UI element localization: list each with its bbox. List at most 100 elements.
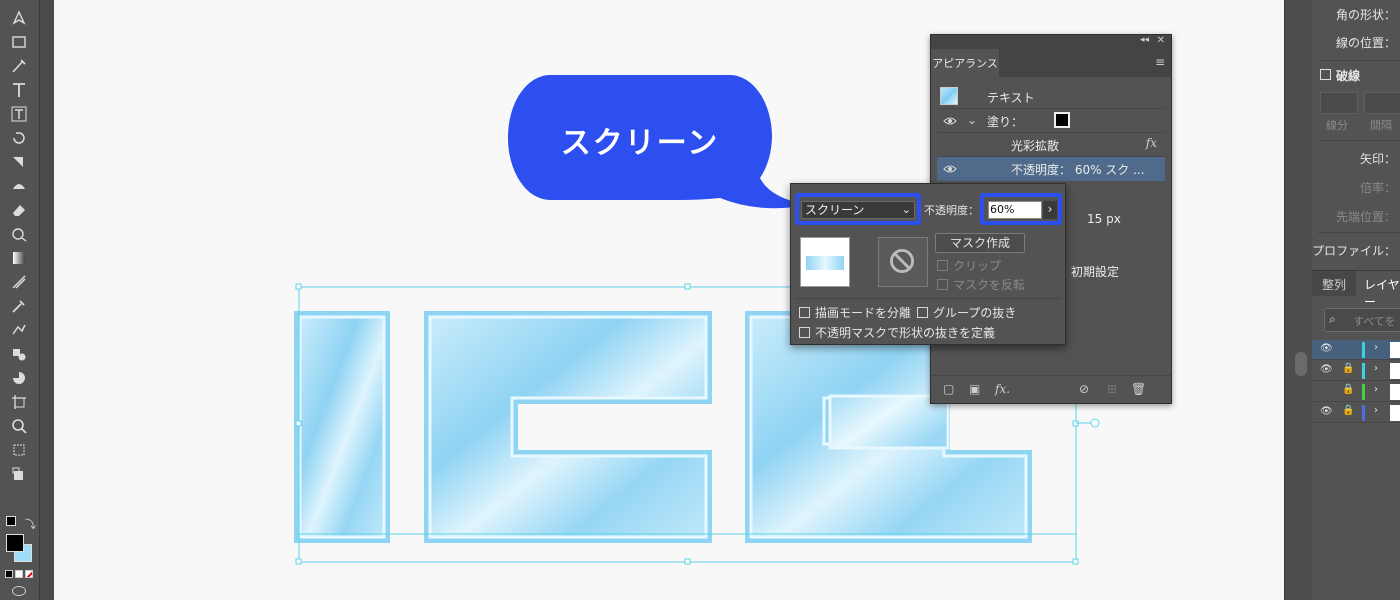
pie-graph-tool-icon[interactable] [8,368,30,388]
fill-color-swatch[interactable] [6,534,24,552]
fill-label: 塗り： [987,115,1024,129]
chevron-down-icon[interactable]: ⌄ [967,113,977,127]
scale-label: 倍率： [1359,181,1396,195]
lock-icon[interactable]: 🔒 [1342,384,1354,395]
arrowheads-label: 矢印： [1359,152,1396,166]
stroke-position-label: 線の位置： [1335,36,1396,50]
draw-mode-icon[interactable] [12,586,26,596]
chevron-right-icon[interactable]: › [1374,384,1378,395]
artboard-tool-icon[interactable] [8,392,30,412]
eye-icon[interactable]: 👁 [1320,364,1333,375]
rectangle-tool-icon[interactable] [8,32,30,52]
fx-icon[interactable]: fx [1146,136,1157,150]
knockout-group-label: グループの抜き [933,306,1017,320]
close-icon[interactable]: ✕ [1157,35,1165,46]
none-mode-icon[interactable] [25,570,33,578]
opacity-mask-knockout-checkbox[interactable] [799,327,810,338]
opacity-summary-label[interactable]: 不透明度： 60% スク ... [1011,161,1145,178]
search-icon: ⌕ [1329,312,1336,326]
slice-tool-icon[interactable] [8,440,30,460]
appearance-text-row[interactable]: テキスト [937,85,1165,109]
add-effect-icon[interactable]: fx. [995,382,1010,396]
knockout-group-checkbox[interactable] [917,307,928,318]
scale-tool-icon[interactable] [8,152,30,172]
gap-input[interactable] [1364,92,1400,114]
divider [797,298,1061,299]
eye-icon[interactable] [943,114,957,128]
isolate-blending-checkbox[interactable] [799,307,810,318]
gradient-tool-icon[interactable] [8,248,30,268]
appearance-opacity-row[interactable]: 不透明度： 60% スク ... [937,157,1165,181]
text-label: テキスト [987,91,1035,105]
panel-menu-icon[interactable]: ≡ [1155,55,1165,69]
appearance-fill-row[interactable]: ⌄ 塗り： [937,109,1165,133]
opacity-input[interactable]: 60% [988,201,1042,219]
invert-mask-checkbox[interactable] [937,279,948,290]
dashed-checkbox[interactable] [1320,69,1331,80]
layer-row[interactable]: 👁 › [1312,340,1400,360]
paintbrush-tool-icon[interactable] [8,56,30,76]
hand-tool-icon[interactable] [8,464,30,484]
lock-icon[interactable]: 🔒 [1342,363,1354,374]
default-colors-icon[interactable] [6,516,16,526]
tip-position-label: 先端位置： [1335,210,1396,224]
type-tool-icon[interactable] [8,80,30,100]
tab-align[interactable]: 整列 [1322,276,1346,293]
object-thumbnail[interactable] [800,237,850,287]
default-label: 初期設定 [1071,265,1120,279]
swap-colors-icon[interactable]: ⤵ [25,516,36,532]
right-scrollbar[interactable] [1284,0,1312,600]
clip-checkbox[interactable] [937,260,948,271]
blend-mode-select[interactable]: スクリーン ⌄ [801,201,915,219]
clear-appearance-icon[interactable]: ⊘ [1079,382,1093,396]
tab-layers[interactable]: レイヤー [1364,276,1400,310]
pen-tool-icon[interactable] [8,8,30,28]
add-stroke-icon[interactable]: ▢ [943,382,957,396]
color-mode-icon[interactable] [5,570,13,578]
fill-swatch[interactable] [1054,112,1070,128]
eye-icon[interactable]: 👁 [1320,343,1333,354]
chevron-right-icon[interactable]: › [1043,201,1057,219]
add-fill-icon[interactable]: ▣ [969,382,983,396]
make-mask-button[interactable]: マスク作成 [935,233,1025,253]
delete-item-icon[interactable]: 🗑 [1131,382,1146,396]
appearance-bottom-bar: ▢ ▣ fx. ⊘ ⊞ 🗑 [931,375,1171,401]
chevron-down-icon: ⌄ [901,203,911,216]
area-type-tool-icon[interactable] [8,104,30,124]
chevron-right-icon[interactable]: › [1374,363,1378,374]
zoom-tool-icon[interactable] [8,416,30,436]
layer-row[interactable]: 👁 🔒 › [1312,403,1400,423]
panel-titlebar[interactable]: ◂◂ ✕ [931,35,1171,49]
lock-icon[interactable]: 🔒 [1342,405,1354,416]
gradient-mode-icon[interactable] [15,570,23,578]
mesh-tool-icon[interactable] [8,272,30,292]
tab-appearance[interactable]: アピアランス [931,49,999,77]
layers-search-field[interactable]: ⌕ すべてを [1324,308,1400,332]
mask-thumbnail[interactable] [878,237,928,287]
eye-icon[interactable]: 👁 [1320,406,1333,417]
free-transform-tool-icon[interactable] [8,224,30,244]
illustrator-window: ⤵ スクリーン ◂◂ ✕ アピアランス ≡ テキスト ⌄ 塗り： 光彩拡散 fx… [0,0,1400,600]
transparency-popup: スクリーン ⌄ 不透明度： 60% › マスク作成 クリップ マスクを反転 描画… [790,183,1066,345]
shaper-tool-icon[interactable] [8,176,30,196]
eraser-tool-icon[interactable] [8,200,30,220]
isolate-blending-label: 描画モードを分離 [815,306,912,320]
scroll-thumb[interactable] [1295,352,1307,376]
eyedropper-tool-icon[interactable] [8,296,30,316]
stroke-panel: 角の形状： 線の位置： 破線 線分 間隔 矢印： 倍率： 先端位置： プロファイ… [1312,0,1400,600]
dashed-label: 破線 [1336,69,1361,83]
layer-row[interactable]: 👁 🔒 › [1312,361,1400,381]
rotate-tool-icon[interactable] [8,128,30,148]
dash-input[interactable] [1320,92,1358,114]
chevron-right-icon[interactable]: › [1374,405,1378,416]
appearance-effect-row[interactable]: 光彩拡散 fx [937,133,1165,157]
opacity-label: 不透明度： [924,204,979,217]
stroke-size-label[interactable]: 15 px [1087,212,1121,226]
blend-tool-icon[interactable] [8,320,30,340]
collapse-icon[interactable]: ◂◂ [1140,35,1149,45]
eye-icon[interactable] [943,162,957,176]
chevron-right-icon[interactable]: › [1374,342,1378,353]
symbol-sprayer-tool-icon[interactable] [8,344,30,364]
layer-row[interactable]: 🔒 › [1312,382,1400,402]
duplicate-item-icon[interactable]: ⊞ [1107,382,1121,396]
